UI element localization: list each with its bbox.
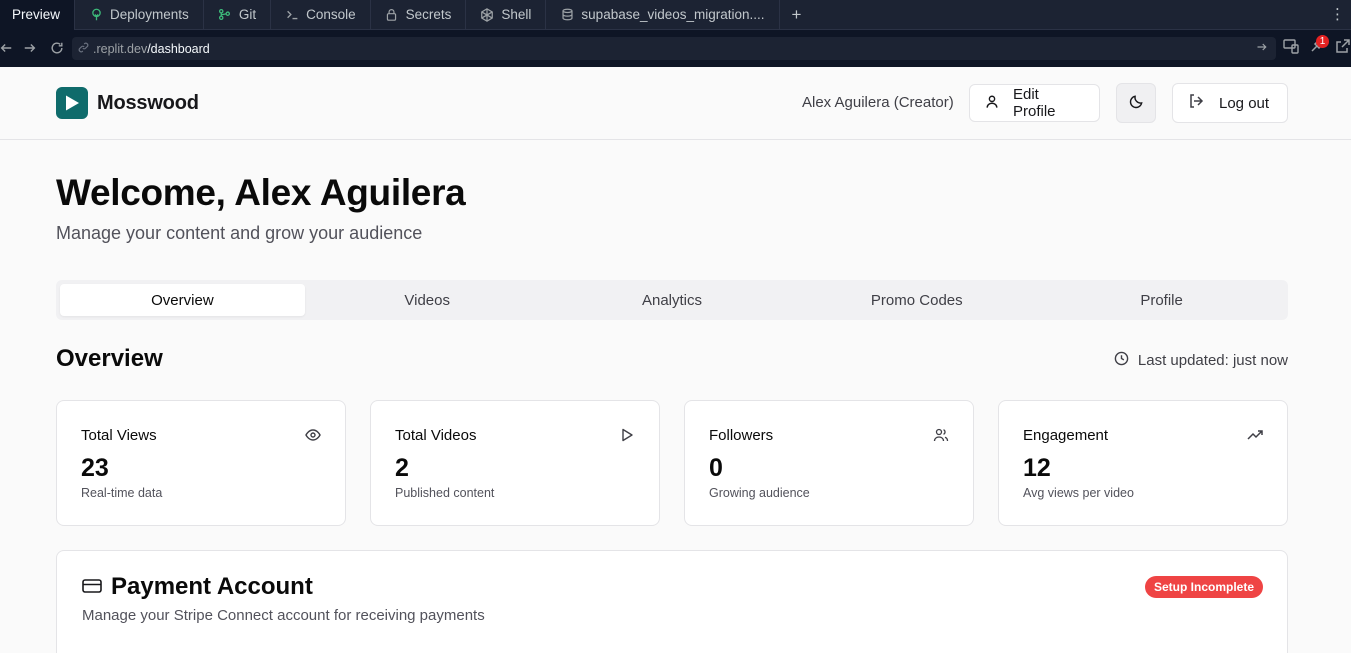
tab-videos[interactable]: Videos xyxy=(305,284,550,316)
play-logo-icon xyxy=(56,87,88,119)
back-icon[interactable] xyxy=(0,36,18,60)
ide-tab-label: supabase_videos_migration.... xyxy=(581,7,765,22)
clock-icon xyxy=(1114,351,1129,370)
forward-icon[interactable] xyxy=(18,36,42,60)
app-header: Mosswood Alex Aguilera (Creator) Edit Pr… xyxy=(0,67,1351,140)
devices-icon[interactable] xyxy=(1283,38,1299,59)
brand-name: Mosswood xyxy=(97,91,199,114)
ide-tab-label: Shell xyxy=(501,7,532,22)
log-out-icon xyxy=(1188,93,1204,113)
ide-tab-label: Git xyxy=(238,7,257,22)
stat-card-total-views: Total Views 23 Real-time data xyxy=(56,400,346,526)
ide-tab-label: Preview xyxy=(12,7,61,22)
eye-icon xyxy=(305,427,321,443)
more-options-icon[interactable]: ⋮ xyxy=(1330,6,1345,24)
deployments-icon xyxy=(89,8,103,22)
page-subtitle: Manage your content and grow your audien… xyxy=(56,223,423,243)
payment-subtitle: Manage your Stripe Connect account for r… xyxy=(82,607,485,624)
url-path: /dashboard xyxy=(147,41,210,56)
page-title: Welcome, Alex Aguilera xyxy=(56,172,466,213)
ide-tab-deployments[interactable]: Deployments xyxy=(75,0,204,30)
brand-logo[interactable]: Mosswood xyxy=(56,87,199,119)
section-title: Overview xyxy=(56,345,163,372)
tab-profile[interactable]: Profile xyxy=(1039,284,1284,316)
open-new-window-icon[interactable] xyxy=(1335,38,1351,59)
ide-tab-label: Deployments xyxy=(110,7,189,22)
terminal-icon xyxy=(285,8,299,22)
url-host: .replit.dev xyxy=(93,41,148,56)
user-icon xyxy=(985,94,999,113)
git-icon xyxy=(218,8,232,22)
moon-icon xyxy=(1129,94,1144,113)
play-icon xyxy=(619,427,635,443)
stat-label: Total Videos xyxy=(395,427,477,444)
trending-up-icon xyxy=(1247,427,1263,443)
ide-tab-preview[interactable]: Preview xyxy=(0,0,76,30)
shell-icon xyxy=(480,7,494,22)
current-user-label: Alex Aguilera (Creator) xyxy=(802,94,954,111)
ide-tab-bar: Preview Deployments Git Console Secrets … xyxy=(0,0,1351,30)
stat-value: 0 xyxy=(709,454,723,482)
stat-caption: Published content xyxy=(395,486,495,500)
status-badge: Setup Incomplete xyxy=(1144,576,1263,598)
go-arrow-icon[interactable] xyxy=(1256,41,1268,56)
ide-tab-secrets[interactable]: Secrets xyxy=(371,0,467,30)
stat-caption: Avg views per video xyxy=(1023,486,1134,500)
tab-promo-codes[interactable]: Promo Codes xyxy=(794,284,1039,316)
stat-caption: Growing audience xyxy=(709,486,810,500)
last-updated-text: Last updated: just now xyxy=(1137,352,1288,369)
dashboard-tabs: Overview Videos Analytics Promo Codes Pr… xyxy=(56,280,1288,320)
stat-card-followers: Followers 0 Growing audience xyxy=(684,400,974,526)
stat-label: Total Views xyxy=(81,427,157,444)
browser-url-bar: .replit.dev/dashboard xyxy=(0,30,1351,67)
new-tab-button[interactable]: + xyxy=(780,0,814,30)
ide-tab-label: Secrets xyxy=(405,7,452,22)
logout-button[interactable]: Log out xyxy=(1172,83,1288,123)
ide-tab-label: Console xyxy=(306,7,356,22)
ide-tab-shell[interactable]: Shell xyxy=(466,0,547,30)
tab-analytics[interactable]: Analytics xyxy=(550,284,795,316)
stat-card-engagement: Engagement 12 Avg views per video xyxy=(998,400,1288,526)
reload-icon[interactable] xyxy=(45,36,69,60)
ide-tab-migration[interactable]: supabase_videos_migration.... xyxy=(546,0,780,30)
url-input[interactable]: .replit.dev/dashboard xyxy=(72,37,1276,60)
stat-value: 12 xyxy=(1023,454,1051,482)
ide-tab-console[interactable]: Console xyxy=(271,0,371,30)
stat-label: Followers xyxy=(709,427,774,444)
last-updated: Last updated: just now xyxy=(1114,351,1288,370)
stat-value: 2 xyxy=(395,454,409,482)
stat-caption: Real-time data xyxy=(81,486,163,500)
database-icon xyxy=(560,8,574,22)
notification-badge: 1 xyxy=(1316,35,1329,48)
stat-label: Engagement xyxy=(1023,427,1109,444)
link-icon xyxy=(78,42,89,56)
edit-profile-label: Edit Profile xyxy=(1013,86,1056,120)
ide-tab-git[interactable]: Git xyxy=(204,0,272,30)
stat-card-total-videos: Total Videos 2 Published content xyxy=(370,400,660,526)
credit-card-icon xyxy=(82,573,102,601)
payment-title-text: Payment Account xyxy=(111,573,313,600)
users-icon xyxy=(933,427,949,443)
lock-icon xyxy=(385,8,399,22)
edit-profile-button[interactable]: Edit Profile xyxy=(969,84,1100,122)
payment-account-card: Payment Account Manage your Stripe Conne… xyxy=(56,550,1288,653)
tab-overview[interactable]: Overview xyxy=(60,284,305,316)
payment-title: Payment Account xyxy=(82,573,313,601)
logout-label: Log out xyxy=(1219,94,1270,112)
stat-value: 23 xyxy=(81,454,109,482)
theme-toggle-button[interactable] xyxy=(1116,83,1156,123)
